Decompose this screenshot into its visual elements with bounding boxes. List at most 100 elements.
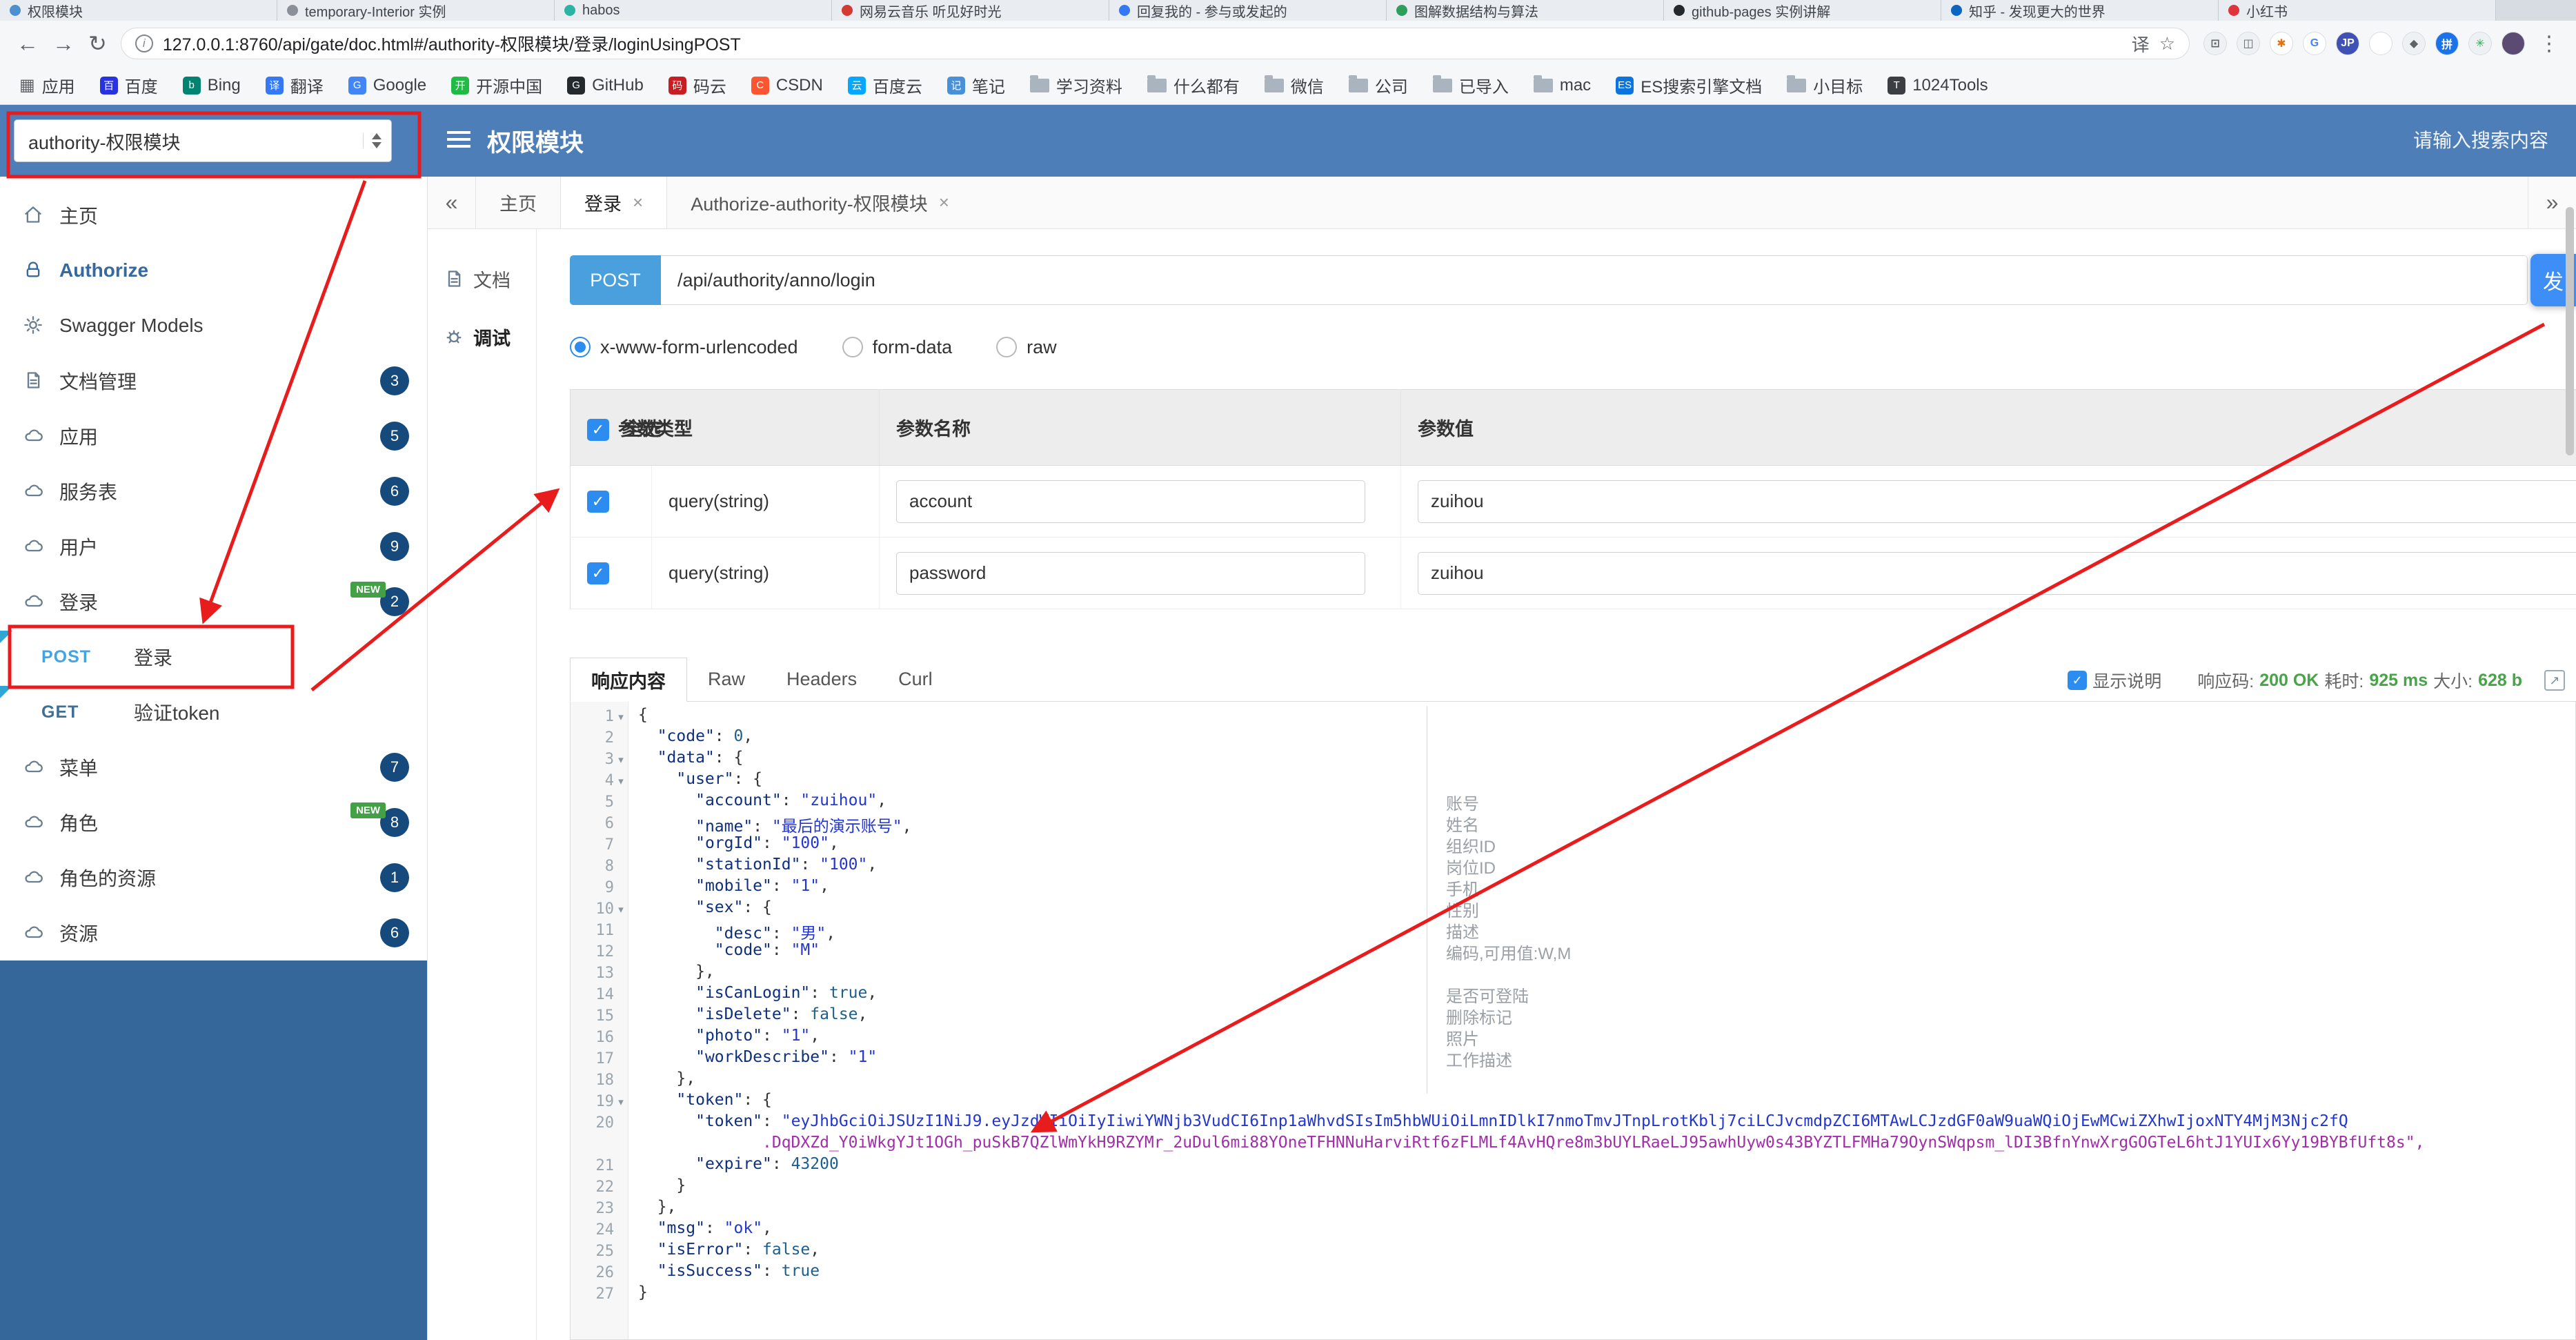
sidebar-item[interactable]: GET 验证token — [0, 684, 427, 740]
fold-caret-icon[interactable]: ▾ — [614, 775, 628, 787]
row-checkbox[interactable]: ✓ — [587, 562, 609, 585]
browser-tab[interactable]: temporary-Interior 实例 — [277, 0, 555, 21]
fold-caret-icon[interactable]: ▾ — [614, 711, 628, 723]
row-checkbox[interactable]: ✓ — [587, 491, 609, 513]
favicon: ES — [1616, 76, 1634, 95]
doc-tab[interactable]: 登录 × — [560, 177, 668, 228]
bookmark-item[interactable]: 码码云 — [668, 73, 726, 97]
fold-caret-icon[interactable]: ▾ — [614, 753, 628, 766]
content-type-radio[interactable]: raw — [996, 337, 1057, 358]
sidebar-item-label: 菜单 — [59, 758, 99, 779]
sidebar-item[interactable]: 文档管理 3 — [0, 353, 427, 408]
bookmark-item[interactable]: G GitHub — [567, 76, 644, 95]
show-desc-checkbox[interactable]: ✓ — [2068, 671, 2088, 690]
param-name-input[interactable] — [896, 551, 1365, 595]
bookmark-label: GitHub — [592, 75, 644, 95]
content-type-radio[interactable]: x-www-form-urlencoded — [570, 337, 798, 358]
search-input[interactable] — [2286, 123, 2548, 159]
bookmark-item[interactable]: 开开源中国 — [451, 73, 542, 97]
bookmark-item[interactable]: ▦ 应用 — [19, 73, 75, 97]
circle-icon[interactable] — [2369, 32, 2392, 55]
sidebar-item[interactable]: 登录 NEW 2 — [0, 574, 427, 629]
screenshot-icon[interactable]: ⊡ — [2203, 32, 2227, 55]
content-type-radio[interactable]: form-data — [842, 337, 952, 358]
sidebar-item[interactable]: 主页 — [0, 188, 427, 243]
sidebar-item[interactable]: 菜单 7 — [0, 740, 427, 795]
bookmark-item[interactable]: 百百度 — [99, 73, 158, 97]
sidebar-item[interactable]: 资源 6 — [0, 905, 427, 960]
doc-tab[interactable]: Authorize-authority-权限模块 × — [667, 177, 973, 228]
tool-icon[interactable]: ✳ — [2468, 32, 2492, 55]
sidebar-item[interactable]: 应用 5 — [0, 408, 427, 464]
browser-tab[interactable]: 权限模块 — [0, 0, 277, 21]
fold-caret-icon[interactable]: ▾ — [614, 903, 628, 916]
reload-icon[interactable]: ↻ — [88, 30, 107, 57]
bookmark-item[interactable]: C CSDN — [751, 76, 823, 95]
sidebar-item[interactable]: POST 登录 — [0, 629, 427, 684]
bookmark-item[interactable]: G Google — [348, 76, 426, 95]
response-tab[interactable]: Headers — [766, 657, 878, 701]
bookmark-item[interactable]: 什么都有 — [1147, 73, 1240, 97]
browser-tab[interactable]: github-pages 实例讲解 — [1664, 0, 1941, 21]
sidebar-item[interactable]: Swagger Models — [0, 298, 427, 353]
pin-icon[interactable]: 拼 — [2435, 32, 2459, 55]
browser-menu-icon[interactable]: ⋮ — [2539, 32, 2559, 56]
google-icon[interactable]: G — [2303, 32, 2326, 55]
forward-icon[interactable]: → — [52, 31, 75, 57]
bookmark-item[interactable]: 记笔记 — [947, 73, 1005, 97]
param-value-input[interactable] — [1418, 480, 2576, 523]
sidebar-item[interactable]: 服务表 6 — [0, 464, 427, 519]
request-url-input[interactable] — [661, 255, 2528, 305]
bookmark-item[interactable]: ES ES搜索引擎文档 — [1616, 73, 1762, 97]
browser-tab[interactable]: 小红书 — [2219, 0, 2496, 21]
avatar[interactable] — [2501, 32, 2525, 55]
browser-tab[interactable]: 知乎 - 发现更大的世界 — [1941, 0, 2219, 21]
sidebar-item[interactable]: Authorize — [0, 243, 427, 298]
response-tab[interactable]: Curl — [878, 657, 953, 701]
param-value-input[interactable] — [1418, 551, 2576, 595]
bookmark-item[interactable]: 译翻译 — [265, 73, 324, 97]
address-bar[interactable]: i 127.0.0.1:8760/api/gate/doc.html#/auth… — [120, 28, 2190, 59]
menu-toggle-icon[interactable] — [447, 131, 470, 148]
response-tab[interactable]: 响应内容 — [570, 658, 687, 702]
back-icon[interactable]: ← — [17, 31, 39, 57]
sidebar-item[interactable]: 角色的资源 1 — [0, 850, 427, 905]
jp-icon[interactable]: JP — [2336, 32, 2359, 55]
sidebar-item[interactable]: 角色 NEW 8 — [0, 795, 427, 850]
bookmark-star-icon[interactable]: ☆ — [2159, 33, 2175, 55]
fold-caret-icon[interactable]: ▾ — [614, 1096, 628, 1108]
doc-tab[interactable]: 主页 — [476, 177, 560, 228]
tabs-scroll-left-icon[interactable]: « — [428, 177, 476, 228]
param-name-input[interactable] — [896, 480, 1365, 523]
bookmark-item[interactable]: mac — [1533, 75, 1591, 95]
translate-icon[interactable]: 译 — [2132, 31, 2150, 57]
scrollbar[interactable] — [2566, 207, 2574, 455]
subnav-item-doc[interactable]: 文档 — [428, 250, 536, 308]
close-tab-icon[interactable]: × — [633, 192, 643, 213]
colorpick-icon[interactable]: ✱ — [2270, 32, 2293, 55]
response-tab[interactable]: Raw — [687, 657, 766, 701]
bookmark-item[interactable]: 小目标 — [1787, 73, 1863, 97]
bookmark-item[interactable]: 云百度云 — [847, 73, 922, 97]
shield-icon[interactable]: ◆ — [2402, 32, 2426, 55]
bookmark-item[interactable]: b Bing — [182, 76, 241, 95]
reader-icon[interactable]: ◫ — [2237, 32, 2260, 55]
browser-tab[interactable]: habos — [555, 0, 832, 21]
site-info-icon[interactable]: i — [135, 35, 153, 52]
close-tab-icon[interactable]: × — [939, 192, 949, 213]
subnav-item-debug[interactable]: 调试 — [428, 308, 536, 366]
module-select[interactable]: authority-权限模块 — [14, 119, 392, 162]
browser-tab[interactable]: 网易云音乐 听见好时光 — [832, 0, 1109, 21]
bookmark-item[interactable]: T 1024Tools — [1888, 76, 1988, 95]
bookmark-item[interactable]: 已导入 — [1432, 73, 1509, 97]
select-all-checkbox[interactable]: ✓ — [587, 419, 609, 442]
sidebar-item[interactable]: 用户 9 — [0, 519, 427, 574]
bookmark-item[interactable]: 学习资料 — [1029, 73, 1122, 97]
expand-icon[interactable]: ↗ — [2544, 670, 2565, 691]
bookmark-item[interactable]: 微信 — [1264, 73, 1324, 97]
bookmark-item[interactable]: 公司 — [1348, 73, 1408, 97]
field-annotation: 姓名 — [1446, 816, 1479, 835]
select-stepper-icon[interactable] — [363, 133, 382, 148]
browser-tab[interactable]: 图解数据结构与算法 — [1387, 0, 1664, 21]
browser-tab[interactable]: 回复我的 - 参与或发起的 — [1109, 0, 1387, 21]
